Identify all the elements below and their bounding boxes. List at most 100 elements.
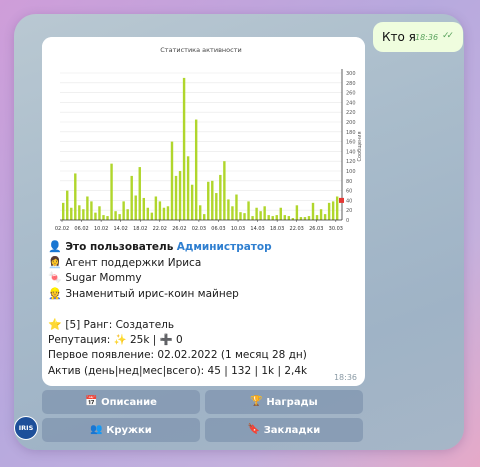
- chart-bar: [134, 195, 137, 220]
- chart-bar: [62, 202, 65, 220]
- chart-bar: [78, 205, 81, 220]
- x-tick-label: 18.03: [270, 226, 284, 232]
- read-checkmarks-icon: ✓✓: [442, 31, 454, 41]
- support-agent-text: Агент поддержки Ириса: [65, 256, 202, 269]
- chart-bar: [295, 205, 299, 220]
- chart-bar: [190, 184, 194, 220]
- activity-text: Актив (день|нед|мес|всего): 45 | 132 | 1…: [48, 364, 308, 377]
- x-tick-label: 06.03: [211, 226, 225, 232]
- chart-bar: [186, 156, 190, 220]
- chart-bar: [94, 212, 97, 220]
- sugar-mommy-text: Sugar Mommy: [65, 272, 142, 284]
- chart-bar: [114, 211, 117, 220]
- chart-bar: [251, 216, 254, 220]
- y-tick-label: 260: [346, 91, 356, 97]
- y-tick-label: 20: [346, 208, 352, 214]
- y-tick-label: 60: [346, 189, 352, 195]
- calendar-icon: 📅: [85, 396, 98, 407]
- chart-bar: [158, 201, 162, 220]
- chart-bar: [215, 193, 218, 220]
- awards-button[interactable]: 🏆 Награды: [205, 390, 363, 414]
- chart-bar: [170, 141, 174, 220]
- x-tick-label: 14.03: [250, 226, 264, 232]
- role-line: 👤 Это пользователь Администратор: [48, 239, 360, 255]
- chart-bar: [227, 199, 230, 220]
- bookmarks-button[interactable]: 🔖 Закладки: [205, 418, 363, 442]
- chart-bar: [178, 171, 182, 220]
- y-tick-label: 100: [346, 169, 356, 175]
- chart-bar: [198, 205, 202, 220]
- y-tick-label: 240: [346, 100, 356, 106]
- support-line: 👩‍💼 Агент поддержки Ириса: [48, 255, 360, 271]
- y-axis-title: Сообщения: [357, 131, 363, 161]
- chart-bar: [154, 196, 158, 220]
- chart-bar: [331, 201, 335, 220]
- chart-bar: [223, 161, 226, 220]
- activity-chart[interactable]: Статистика активности 0 20 40 60 80 100 120 140 1…: [42, 37, 365, 234]
- y-tick-label: 180: [346, 130, 356, 136]
- chart-bar: [299, 217, 303, 220]
- chart-bar: [235, 194, 238, 220]
- outgoing-text: Кто я: [382, 30, 416, 44]
- miner-text: Знаменитый ирис-коин майнер: [65, 287, 239, 300]
- chart-bar: [66, 190, 69, 220]
- outgoing-message[interactable]: Кто я 18:36 ✓✓: [373, 22, 463, 52]
- chart-bar: [106, 216, 109, 220]
- description-label: Описание: [101, 396, 157, 408]
- chart-bar: [118, 214, 121, 220]
- x-tick-label: 02.02: [55, 226, 69, 232]
- chart-bar: [315, 215, 319, 220]
- y-tick-label: 160: [346, 140, 356, 146]
- chart-bar: [166, 206, 170, 220]
- chart-bar: [219, 174, 222, 220]
- chart-bar: [307, 216, 311, 220]
- y-tick-label: 280: [346, 81, 356, 87]
- x-tick-label: 18.02: [133, 226, 147, 232]
- chart-bar: [122, 201, 125, 220]
- chart-bar: [130, 175, 133, 220]
- bookmarks-label: Закладки: [263, 424, 321, 436]
- star-icon: ⭐: [48, 318, 62, 331]
- chart-bar: [110, 163, 113, 220]
- chart-bar: [327, 202, 331, 220]
- activity-chart-svg: Статистика активности 0 20 40 60 80 100 120 140 1…: [55, 46, 363, 232]
- chart-bar: [194, 119, 198, 220]
- chart-bar: [211, 180, 214, 220]
- y-tick-label: 40: [346, 198, 352, 204]
- support-agent-icon: 👩‍💼: [48, 255, 62, 269]
- chart-bar: [146, 207, 150, 220]
- chart-bar: [239, 212, 242, 220]
- chart-bar: [182, 77, 186, 221]
- bot-avatar[interactable]: IRIS: [14, 416, 38, 440]
- chart-bar: [70, 207, 73, 220]
- y-tick-label: 120: [346, 159, 356, 165]
- x-tick-label: 26.03: [309, 226, 323, 232]
- x-tick-label: 02.03: [192, 226, 206, 232]
- x-tick-label: 30.03: [329, 226, 343, 232]
- chart-bar: [287, 216, 291, 220]
- miner-line: 👷 Знаменитый ирис-коин майнер: [48, 286, 360, 302]
- description-button[interactable]: 📅 Описание: [42, 390, 200, 414]
- message-time: 18:36: [333, 373, 357, 382]
- clubs-button[interactable]: 👥 Кружки: [42, 418, 200, 442]
- chart-bar: [203, 214, 206, 220]
- current-value-marker: [339, 197, 344, 203]
- x-tick-label: 10.03: [231, 226, 245, 232]
- y-tick-label: 220: [346, 110, 356, 116]
- chart-bar: [271, 216, 274, 220]
- y-tick-label: 80: [346, 179, 352, 185]
- chart-title: Статистика активности: [160, 46, 241, 54]
- trophy-icon: 🏆: [250, 396, 263, 407]
- y-tick-label: 0: [346, 218, 349, 224]
- x-tick-label: 14.02: [114, 226, 128, 232]
- chart-bar: [231, 206, 234, 220]
- chart-bar: [150, 212, 154, 220]
- bot-message[interactable]: Статистика активности 0 20 40 60 80 100 120 140 1…: [42, 37, 365, 386]
- chart-bar: [98, 206, 101, 220]
- chart-bar: [263, 206, 266, 220]
- miner-icon: 👷: [48, 286, 62, 300]
- user-role-link[interactable]: Администратор: [177, 241, 272, 253]
- message-body: 👤 Это пользователь Администратор 👩‍💼 Аге…: [48, 239, 360, 379]
- group-icon: 👥: [90, 424, 103, 435]
- chart-bar: [311, 202, 315, 220]
